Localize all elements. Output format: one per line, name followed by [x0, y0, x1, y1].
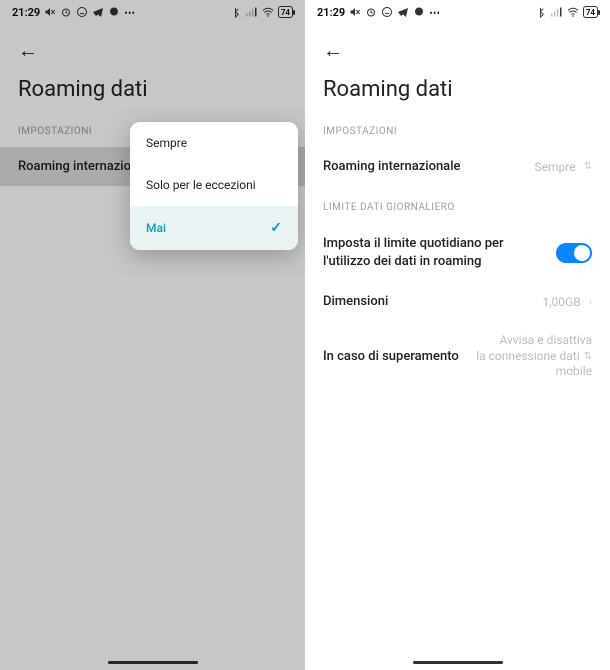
telegram-icon: [397, 6, 409, 18]
roaming-options-modal: Sempre Solo per le eccezioni Mai ✓: [130, 122, 298, 250]
page-title: Roaming dati: [305, 71, 610, 120]
chevron-right-icon: ›: [589, 295, 592, 308]
option-solo-eccezioni[interactable]: Solo per le eccezioni: [130, 164, 298, 206]
check-icon: ✓: [270, 220, 282, 236]
option-mai[interactable]: Mai ✓: [130, 206, 298, 250]
option-sempre[interactable]: Sempre: [130, 122, 298, 164]
phone-right: 21:29 ⋯: [305, 0, 610, 670]
battery-indicator: 74: [583, 6, 598, 18]
messenger-icon: [413, 6, 425, 18]
option-label: Solo per le eccezioni: [146, 178, 256, 192]
phone-left: 21:29 ⋯: [0, 0, 305, 670]
toggle-daily-limit[interactable]: [556, 243, 592, 263]
row-value: Avvisa e disattiva la connessione dati⇅ …: [476, 333, 592, 380]
row-size[interactable]: Dimensioni 1,00GB›: [305, 282, 610, 321]
row-label: Dimensioni: [323, 294, 542, 309]
row-value: 1,00GB›: [542, 295, 592, 309]
updown-icon: ⇅: [584, 350, 592, 363]
back-button[interactable]: ←: [323, 38, 343, 62]
updown-icon: ⇅: [584, 161, 592, 172]
wifi-icon: [567, 6, 579, 18]
status-bar: 21:29 ⋯: [305, 0, 610, 24]
modal-scrim[interactable]: [0, 0, 305, 670]
section-header-daily-limit: LIMITE DATI GIORNALIERO: [305, 196, 610, 223]
option-label: Mai: [146, 221, 166, 235]
row-label: Imposta il limite quotidiano per l'utili…: [323, 235, 523, 270]
row-daily-limit-toggle[interactable]: Imposta il limite quotidiano per l'utili…: [305, 223, 610, 282]
status-time: 21:29: [317, 6, 345, 19]
row-value: Sempre⇅: [535, 160, 592, 174]
row-label: In caso di superamento: [323, 349, 476, 364]
mute-icon: [349, 6, 361, 18]
row-label: Roaming internazionale: [323, 159, 535, 174]
status-more: ⋯: [429, 6, 440, 19]
bluetooth-icon: [535, 6, 547, 18]
option-label: Sempre: [146, 136, 187, 150]
row-on-exceed[interactable]: In caso di superamento Avvisa e disattiv…: [305, 321, 610, 392]
row-roaming-international[interactable]: Roaming internazionale Sempre⇅: [305, 147, 610, 186]
section-header-settings: IMPOSTAZIONI: [305, 120, 610, 147]
whatsapp-icon: [381, 6, 393, 18]
signal-icon: [551, 6, 563, 18]
alarm-icon: [365, 6, 377, 18]
home-indicator[interactable]: [413, 661, 503, 664]
